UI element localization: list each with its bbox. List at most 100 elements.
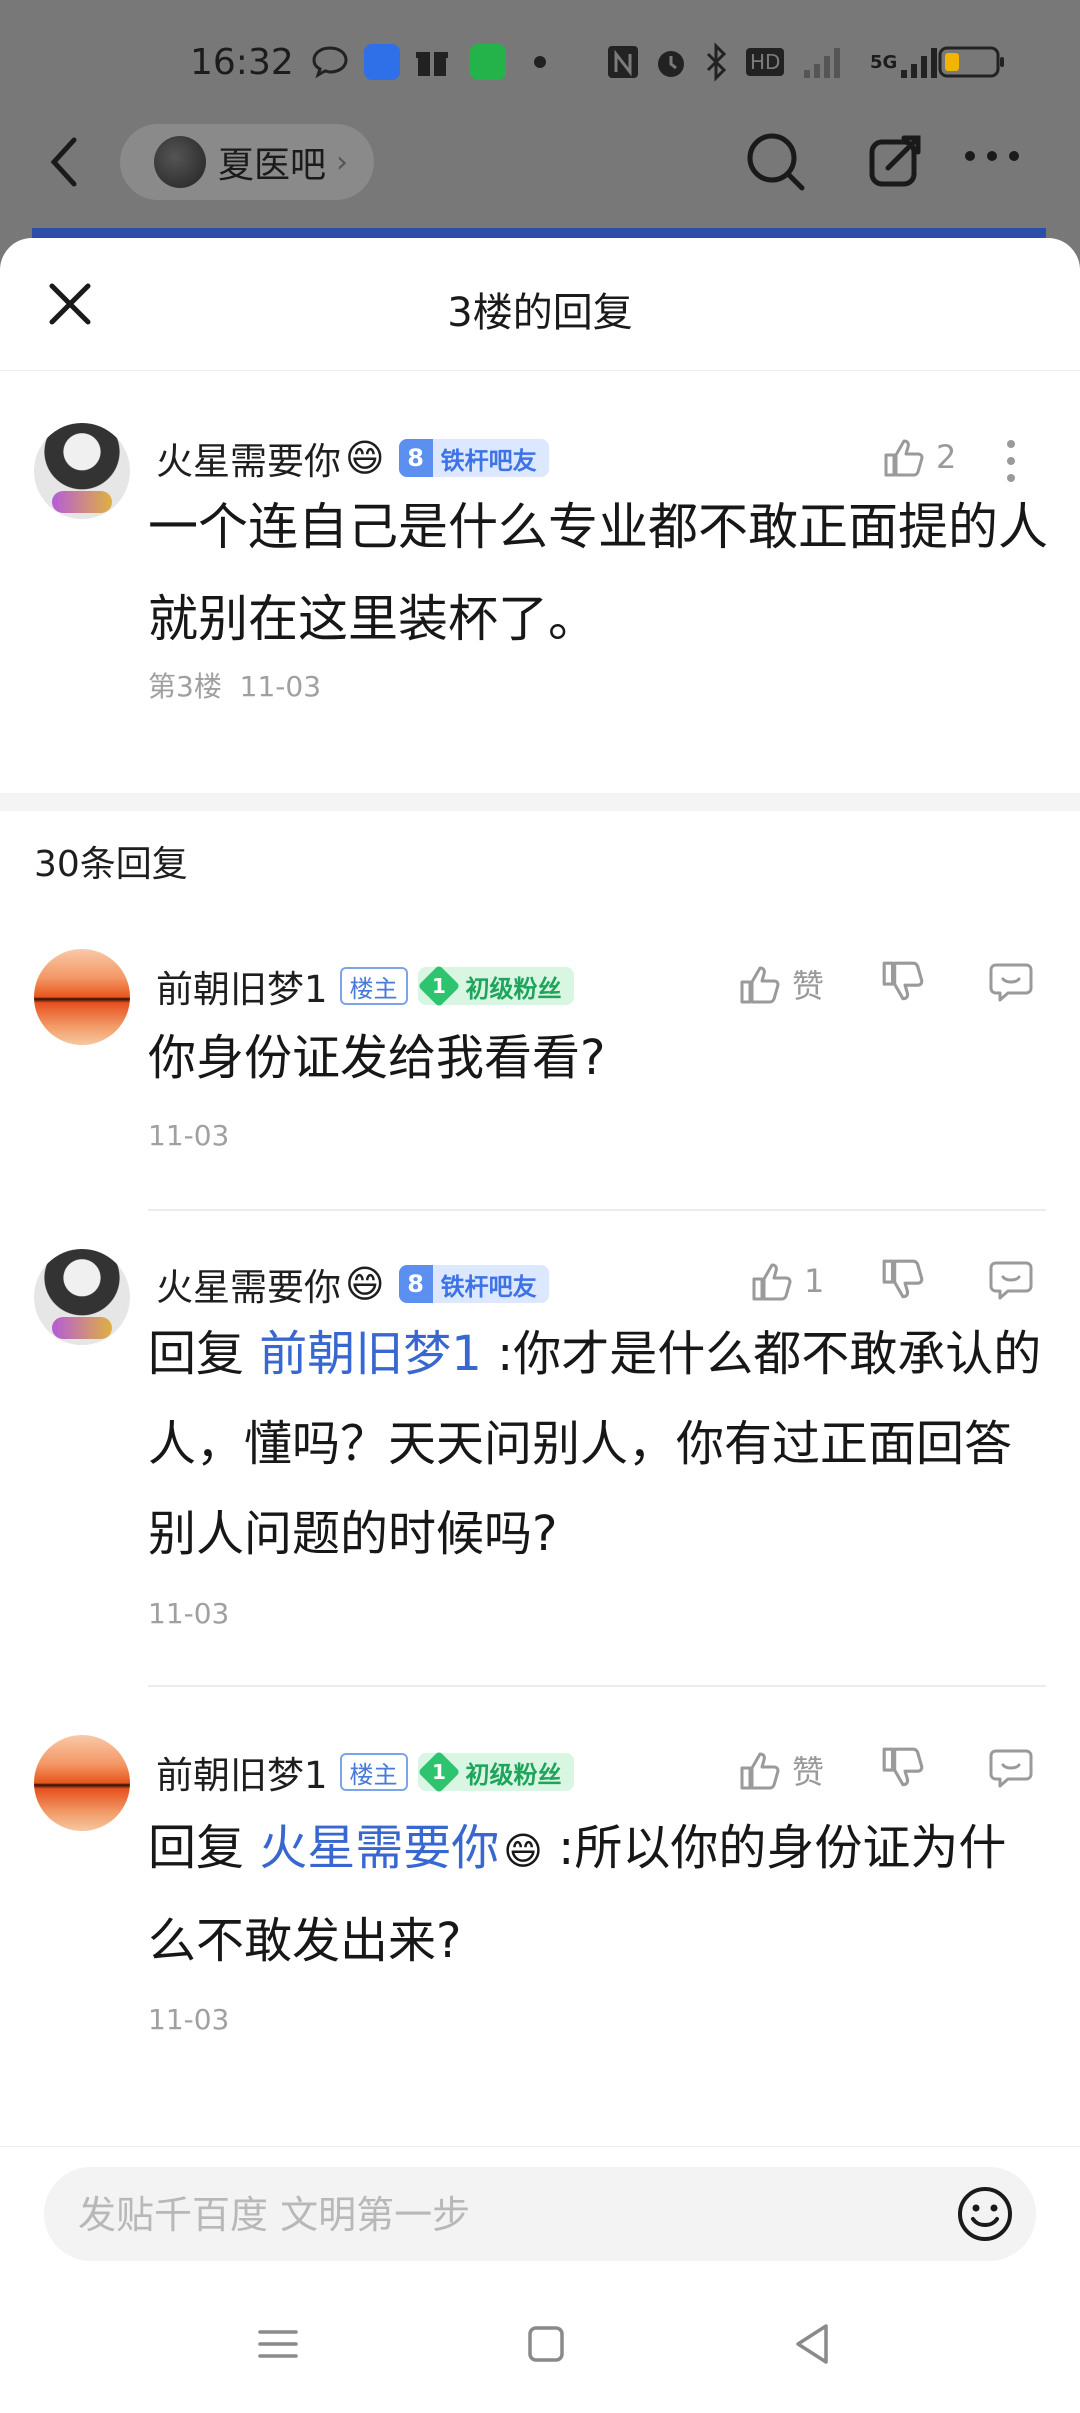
avatar[interactable]: [34, 1249, 130, 1345]
owner-badge: 楼主: [339, 1753, 408, 1791]
battery-icon: [938, 42, 1006, 82]
reply-text: 回复 火星需要你 😄 :所以你的身份证为什么不敢发出来?: [148, 1803, 1052, 1986]
comment-icon[interactable]: [988, 959, 1034, 1009]
dot-icon: [534, 42, 546, 82]
like-count: 2: [936, 438, 957, 476]
dislike-icon[interactable]: [880, 1257, 926, 1307]
dislike-icon[interactable]: [880, 959, 926, 1009]
fan-title: 初级粉丝: [465, 974, 562, 1003]
chevron-right-icon: ›: [336, 144, 349, 180]
thumbs-up-icon: [740, 1752, 780, 1790]
fan-level-icon: 1: [417, 1750, 460, 1794]
level-title: 铁杆吧友: [440, 1272, 537, 1301]
main-post: 火星需要你 😄 8 铁杆吧友 2 一个连自己是什么专业都不敢正面提的人就别在这里…: [0, 371, 1080, 793]
more-icon[interactable]: [964, 148, 1020, 168]
back-arrow-icon[interactable]: [44, 132, 84, 192]
like-button[interactable]: 赞: [738, 961, 824, 1007]
like-button[interactable]: 2: [882, 435, 956, 479]
reply-count: 30条回复: [34, 844, 188, 885]
emoji-icon[interactable]: [956, 2185, 1014, 2243]
reply-text: 回复 前朝旧梦1 :你才是什么都不敢承认的人，懂吗？天天问别人，你有过正面回答别…: [148, 1309, 1052, 1579]
home-icon[interactable]: [514, 2312, 578, 2376]
avatar[interactable]: [34, 1735, 130, 1831]
forum-name: 夏医吧: [218, 145, 327, 186]
reply-prefix: 回复: [148, 1820, 260, 1876]
reply-to-link[interactable]: 前朝旧梦1: [259, 1326, 482, 1382]
status-bar: 16:32 HD 5G: [0, 38, 1080, 98]
reply-item: 前朝旧梦1 楼主 1 初级粉丝 赞 回复 火星需要你 😄 :所以你的身份证为什么不…: [0, 1691, 1080, 2091]
username[interactable]: 火星需要你: [156, 431, 341, 485]
fan-title: 初级粉丝: [465, 1760, 562, 1789]
avatar[interactable]: [34, 423, 130, 519]
dislike-icon[interactable]: [880, 1745, 926, 1795]
reply-prefix: 回复: [148, 1326, 260, 1382]
post-meta: 第3楼 11-03: [148, 665, 321, 705]
share-icon[interactable]: [866, 130, 926, 194]
thumbs-up-icon: [884, 439, 924, 477]
avatar[interactable]: [34, 949, 130, 1045]
hd-icon: HD: [746, 42, 785, 82]
reply-to-link[interactable]: 火星需要你: [259, 1820, 499, 1876]
fan-level-icon: 1: [417, 964, 460, 1008]
system-navigation-bar: [0, 2284, 1080, 2412]
menu-icon[interactable]: [246, 2312, 310, 2376]
username[interactable]: 前朝旧梦1: [156, 1745, 328, 1799]
post-author[interactable]: 火星需要你 😄 8 铁杆吧友: [156, 431, 549, 485]
reply-author[interactable]: 火星需要你 😄 8 铁杆吧友: [156, 1257, 549, 1311]
thumbs-up-icon: [740, 966, 780, 1004]
post-date: 11-03: [239, 670, 322, 703]
sheet-title: 3楼的回复: [447, 290, 633, 336]
fan-badge: 1 初级粉丝: [417, 1750, 574, 1794]
like-button[interactable]: 赞: [738, 1747, 824, 1793]
status-time: 16:32: [190, 42, 294, 83]
gift-icon: [414, 42, 450, 82]
username[interactable]: 前朝旧梦1: [156, 959, 328, 1013]
reply-item: 前朝旧梦1 楼主 1 初级粉丝 赞 你身份证发给我看看? 11-03: [0, 919, 1080, 1259]
like-label: 赞: [792, 1753, 825, 1791]
reply-date: 11-03: [148, 1597, 230, 1630]
reply-to-emoji: 😄: [503, 1829, 543, 1873]
level-number: 8: [398, 439, 433, 477]
comment-input[interactable]: [76, 2167, 940, 2263]
fan-badge: 1 初级粉丝: [417, 964, 574, 1008]
nfc-icon: [606, 42, 640, 82]
signal-5g-icon: 5G: [870, 42, 939, 82]
level-title: 铁杆吧友: [440, 446, 537, 475]
level-badge: 8 铁杆吧友: [398, 439, 549, 477]
comment-icon[interactable]: [988, 1745, 1034, 1795]
like-button[interactable]: 1: [750, 1259, 824, 1303]
sheet-header: 3楼的回复: [0, 238, 1080, 371]
reply-text: 你身份证发给我看看?: [148, 1030, 606, 1086]
bluetooth-icon: [704, 42, 730, 82]
reply-date: 11-03: [148, 2003, 230, 2036]
level-number: 8: [398, 1265, 433, 1303]
background-header: 夏医吧 ›: [0, 118, 1080, 208]
reply-sheet: 3楼的回复 火星需要你 😄 8 铁杆吧友 2 一个连自己是什么专业都不敢正面提的…: [0, 238, 1080, 2412]
floor-number: 第3楼: [148, 670, 222, 703]
baidu-app-icon: [364, 42, 400, 82]
username-emoji: 😄: [345, 1262, 385, 1306]
like-label: 赞: [792, 967, 825, 1005]
phone-app-icon: [470, 42, 506, 82]
divider: [148, 1685, 1046, 1687]
search-icon[interactable]: [744, 130, 808, 198]
post-text: 一个连自己是什么专业都不敢正面提的人就别在这里装杯了。: [148, 498, 1048, 648]
reply-date: 11-03: [148, 1119, 230, 1152]
reply-author[interactable]: 前朝旧梦1 楼主 1 初级粉丝: [156, 959, 574, 1013]
more-vertical-icon[interactable]: [1006, 439, 1016, 487]
section-divider: [0, 793, 1080, 811]
chat-bubble-icon: [310, 42, 350, 82]
thumbs-up-icon: [752, 1263, 792, 1301]
like-count: 1: [804, 1262, 825, 1300]
reply-author[interactable]: 前朝旧梦1 楼主 1 初级粉丝: [156, 1745, 574, 1799]
comment-input-container[interactable]: [44, 2167, 1036, 2263]
signal-weak-icon: [802, 42, 842, 82]
forum-avatar: [154, 136, 206, 188]
comment-icon[interactable]: [988, 1257, 1034, 1307]
username-emoji: 😄: [345, 436, 385, 480]
forum-pill[interactable]: 夏医吧 ›: [120, 124, 375, 200]
alarm-icon: [652, 42, 690, 82]
username[interactable]: 火星需要你: [156, 1257, 341, 1311]
reply-item: 火星需要你 😄 8 铁杆吧友 1 回复 前朝旧梦1 :你才是什么都不敢承认的人，…: [0, 1209, 1080, 1725]
back-icon[interactable]: [780, 2312, 844, 2376]
